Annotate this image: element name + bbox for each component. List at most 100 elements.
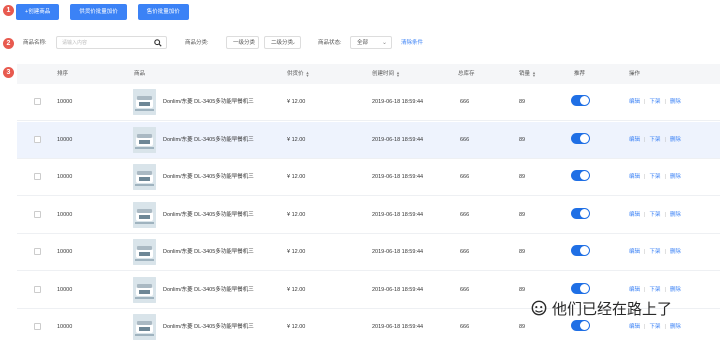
header-supply-price[interactable]: 供货价 ▲ ▼	[287, 64, 309, 84]
annotation-marker-3: 3	[3, 67, 14, 78]
delete-link[interactable]: 删除	[670, 174, 681, 180]
off-shelf-link[interactable]: 下架	[649, 99, 660, 105]
header-created-time[interactable]: 创建时间 ▲ ▼	[372, 64, 400, 84]
edit-link[interactable]: 编辑	[629, 99, 640, 105]
table-row[interactable]: 10000 Donlim/东菱 DL-3405多功能早餐机三 ¥ 12.00 2019…	[17, 234, 720, 271]
edit-link[interactable]: 编辑	[629, 174, 640, 180]
header-supply-price-label: 供货价	[287, 71, 304, 77]
row-stock: 666	[460, 211, 470, 218]
toolbar: +创建商品 供货价批量加价 售价批量加价	[16, 4, 189, 22]
header-product: 商品	[134, 71, 146, 77]
row-created-time: 2019-06-18 18:59:44	[372, 249, 424, 255]
sort-icon[interactable]: ▲ ▼	[306, 70, 310, 77]
toggle-knob	[580, 246, 589, 255]
edit-link[interactable]: 编辑	[629, 287, 640, 293]
row-checkbox[interactable]	[34, 173, 41, 180]
row-product-name[interactable]: Donlim/东菱 DL-3405多功能早餐机三	[163, 197, 254, 234]
product-thumbnail	[133, 126, 156, 153]
edit-link[interactable]: 编辑	[629, 324, 640, 330]
category-level2-select[interactable]: 二级分类 ⌄	[264, 36, 301, 49]
row-checkbox[interactable]	[34, 285, 41, 293]
sort-icon[interactable]: ▲ ▼	[532, 70, 536, 77]
row-sort: 10000	[57, 324, 73, 330]
recommend-toggle[interactable]	[571, 132, 590, 144]
product-name-placeholder: 请输入内容	[62, 40, 88, 46]
edit-link[interactable]: 编辑	[629, 137, 640, 143]
off-shelf-link[interactable]: 下架	[649, 174, 660, 180]
row-supply-price: ¥ 12.00	[287, 286, 306, 293]
edit-link[interactable]: 编辑	[629, 249, 640, 255]
row-product-name[interactable]: Donlim/东菱 DL-3405多功能早餐机三	[163, 309, 254, 341]
off-shelf-link[interactable]: 下架	[649, 324, 660, 330]
off-shelf-link[interactable]: 下架	[649, 137, 660, 143]
watermark-text: 他们已经在路上了	[552, 299, 673, 318]
row-actions: 编辑 | 下架 | 删除	[629, 197, 681, 234]
product-thumbnail	[133, 239, 156, 265]
row-product-name[interactable]: Donlim/东菱 DL-3405多功能早餐机三	[163, 272, 254, 309]
row-created-time: 2019-06-18 18:59:44	[372, 286, 424, 293]
product-thumbnail	[133, 89, 156, 115]
recommend-toggle[interactable]	[571, 320, 590, 331]
row-product-name[interactable]: Donlim/东菱 DL-3405多功能早餐机三	[163, 234, 254, 271]
delete-link[interactable]: 删除	[670, 249, 681, 255]
off-shelf-link[interactable]: 下架	[649, 212, 660, 218]
delete-link[interactable]: 删除	[670, 99, 681, 105]
divider: |	[644, 286, 646, 293]
recommend-toggle[interactable]	[571, 95, 590, 106]
row-checkbox[interactable]	[34, 210, 41, 218]
row-product-name[interactable]: Donlim/东菱 DL-3405多功能早餐机三	[163, 84, 254, 121]
row-sort: 10000	[57, 136, 73, 143]
sort-icon[interactable]: ▲ ▼	[396, 70, 400, 77]
retail-price-bulk-increase-button[interactable]: 售价批量加价	[137, 4, 189, 20]
row-checkbox[interactable]	[34, 248, 41, 255]
delete-link[interactable]: 删除	[670, 212, 681, 218]
delete-link[interactable]: 删除	[670, 324, 681, 330]
row-product-name[interactable]: Donlim/东菱 DL-3405多功能早餐机三	[163, 159, 254, 196]
table-row[interactable]: 10000 Donlim/东菱 DL-3405多功能早餐机三 ¥ 12.00 2019…	[17, 159, 720, 196]
category-level1-select[interactable]: 一级分类 ⌄	[226, 36, 259, 49]
row-supply-price: ¥ 12.00	[287, 136, 306, 143]
row-sales: 89	[519, 211, 526, 218]
toggle-knob	[580, 133, 589, 143]
row-stock: 666	[460, 286, 470, 293]
search-icon[interactable]	[154, 39, 162, 47]
row-sales: 89	[519, 286, 526, 293]
create-product-button[interactable]: +创建商品	[16, 4, 60, 20]
row-supply-price: ¥ 12.00	[287, 211, 306, 218]
row-checkbox[interactable]	[34, 135, 41, 143]
edit-link[interactable]: 编辑	[629, 212, 640, 218]
delete-link[interactable]: 删除	[670, 287, 681, 293]
row-actions: 编辑 | 下架 | 删除	[629, 84, 681, 121]
supply-price-bulk-increase-button[interactable]: 供货价批量加价	[70, 4, 127, 20]
status-select[interactable]: 全部 ⌄	[350, 36, 392, 49]
row-created-time: 2019-06-18 18:59:44	[372, 136, 424, 143]
divider: |	[664, 324, 666, 330]
divider: |	[664, 286, 666, 293]
product-name-label: 商品名称:	[23, 40, 47, 46]
header-recommend: 推荐	[574, 71, 586, 77]
header-sales[interactable]: 销量 ▲ ▼	[519, 64, 536, 84]
chevron-down-icon: ⌄	[381, 40, 387, 46]
toggle-knob	[580, 283, 589, 293]
row-created-time: 2019-06-18 18:59:44	[372, 174, 424, 180]
table-row[interactable]: 10000 Donlim/东菱 DL-3405多功能早餐机三 ¥ 12.00 2019…	[17, 121, 720, 159]
row-sales: 89	[519, 249, 526, 255]
delete-link[interactable]: 删除	[670, 137, 681, 143]
header-sort: 排序	[57, 71, 69, 77]
table-row[interactable]: 10000 Donlim/东菱 DL-3405多功能早餐机三 ¥ 12.00 2019…	[17, 197, 720, 234]
row-stock: 666	[460, 99, 470, 105]
product-name-input[interactable]: 请输入内容	[56, 36, 167, 49]
off-shelf-link[interactable]: 下架	[649, 287, 660, 293]
table-row[interactable]: 10000 Donlim/东菱 DL-3405多功能早餐机三 ¥ 12.00 2019…	[17, 84, 720, 121]
recommend-toggle[interactable]	[571, 282, 590, 294]
row-supply-price: ¥ 12.00	[287, 324, 306, 330]
clear-filters-link[interactable]: 清除条件	[401, 36, 423, 50]
row-checkbox[interactable]	[34, 323, 41, 330]
off-shelf-link[interactable]: 下架	[649, 249, 660, 255]
row-checkbox[interactable]	[34, 98, 41, 105]
recommend-toggle[interactable]	[571, 170, 590, 181]
row-sales: 89	[519, 99, 526, 105]
row-product-name[interactable]: Donlim/东菱 DL-3405多功能早餐机三	[163, 122, 254, 159]
recommend-toggle[interactable]	[571, 245, 590, 256]
recommend-toggle[interactable]	[571, 207, 590, 219]
